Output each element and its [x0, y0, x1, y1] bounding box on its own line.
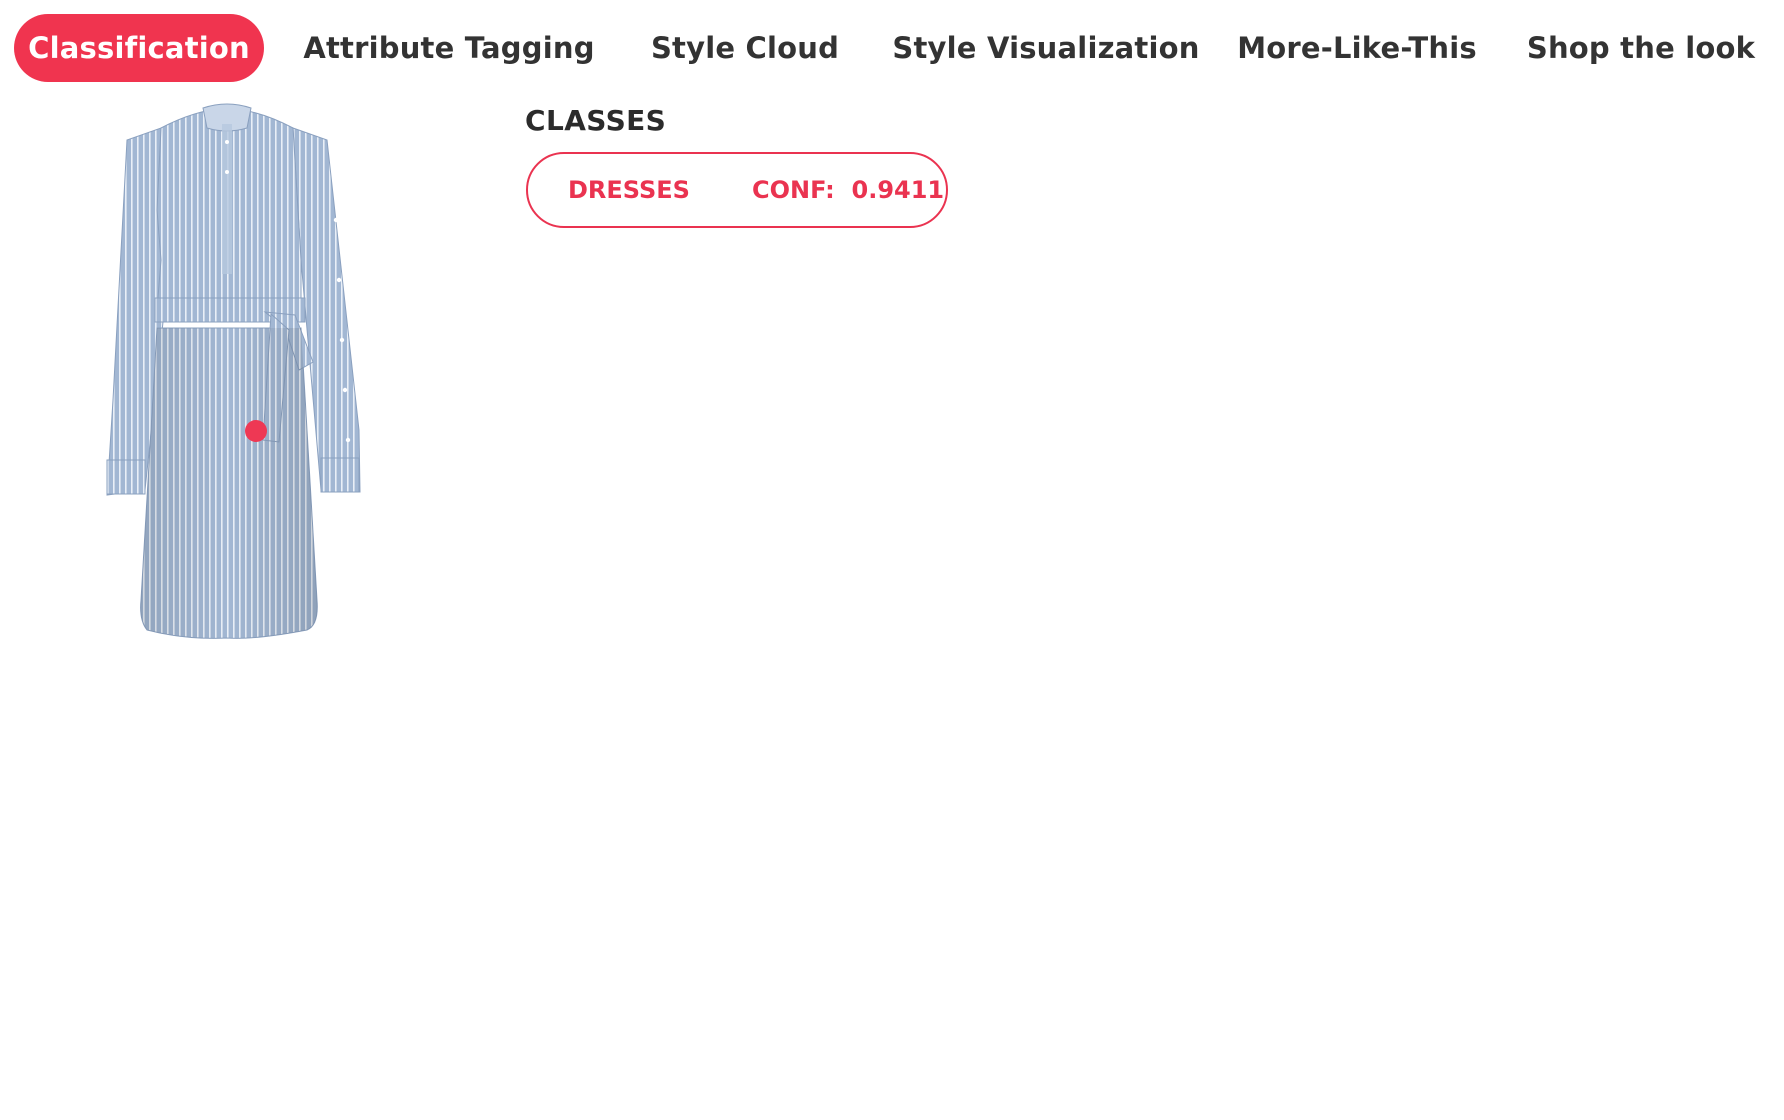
tab-shop-the-look[interactable]: Shop the look — [1508, 14, 1774, 82]
confidence-label: CONF: — [752, 176, 835, 204]
striped-shirt-dress-image — [106, 103, 361, 639]
tab-attribute-tagging[interactable]: Attribute Tagging — [264, 14, 634, 82]
tab-style-cloud[interactable]: Style Cloud — [634, 14, 856, 82]
classes-heading: CLASSES — [525, 104, 667, 137]
tab-classification[interactable]: Classification — [14, 14, 264, 82]
hotspot-dot-icon[interactable] — [245, 420, 267, 442]
class-result-pill[interactable]: DRESSES CONF: 0.9411 — [526, 152, 948, 228]
feature-tabs: Classification Attribute Tagging Style C… — [14, 14, 1774, 82]
page: Classification Attribute Tagging Style C… — [0, 0, 1784, 1120]
class-confidence: CONF: 0.9411 — [752, 176, 944, 204]
tab-more-like-this[interactable]: More-Like-This — [1236, 14, 1478, 82]
confidence-value: 0.9411 — [851, 176, 945, 204]
product-image — [95, 100, 405, 740]
class-name: DRESSES — [568, 176, 690, 204]
tab-style-visualization[interactable]: Style Visualization — [856, 14, 1236, 82]
